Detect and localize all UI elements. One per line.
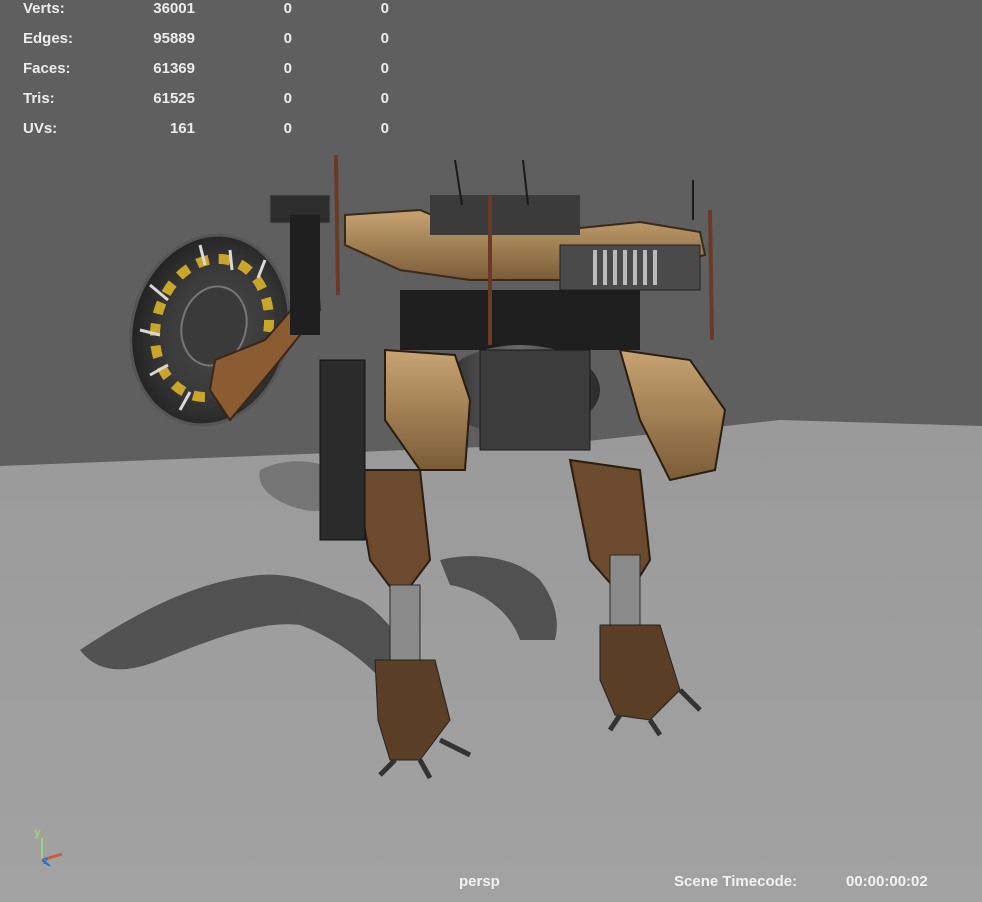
- hud-row: UVs: 161 0 0: [0, 121, 400, 141]
- hud-value-selected: 0: [283, 120, 292, 137]
- hud-label: UVs:: [23, 120, 58, 137]
- camera-name: persp: [459, 873, 500, 890]
- hud-value-selected: 0: [283, 0, 292, 17]
- timecode-value: 00:00:00:02: [846, 873, 928, 890]
- hud-label: Verts:: [23, 0, 65, 17]
- hud-row: Tris: 61525 0 0: [0, 91, 400, 111]
- axis-gizmo-icon: y z: [34, 825, 63, 867]
- hud-value-triangles: 0: [380, 120, 389, 137]
- hud-row: Faces: 61369 0 0: [0, 61, 400, 81]
- hud-value-total: 61369: [153, 60, 195, 77]
- hud-value-triangles: 0: [380, 0, 389, 17]
- hud-row: Verts: 36001 0 0: [0, 1, 400, 21]
- hud-value-triangles: 0: [380, 30, 389, 47]
- hud-value-total: 36001: [153, 0, 195, 17]
- hud-label: Tris:: [23, 90, 55, 107]
- hud-value-triangles: 0: [380, 60, 389, 77]
- 3d-viewport[interactable]: Verts: 36001 0 0 Edges: 95889 0 0 Faces: 61369 0 0 T…: [0, 0, 982, 902]
- timecode-label: Scene Timecode:: [674, 873, 798, 890]
- hud-value-total: 61525: [153, 90, 195, 107]
- axis-y-label: y: [34, 825, 41, 839]
- hud-value-triangles: 0: [380, 90, 389, 107]
- hud-value-total: 95889: [153, 30, 195, 47]
- axis-z-label: z: [43, 855, 49, 867]
- hud-value-selected: 0: [283, 90, 292, 107]
- hud-value-total: 161: [169, 120, 195, 137]
- hud-value-selected: 0: [283, 60, 292, 77]
- hud-label: Edges:: [23, 30, 74, 47]
- hud-value-selected: 0: [283, 30, 292, 47]
- hud-label: Faces:: [23, 60, 71, 77]
- hud-row: Edges: 95889 0 0: [0, 31, 400, 51]
